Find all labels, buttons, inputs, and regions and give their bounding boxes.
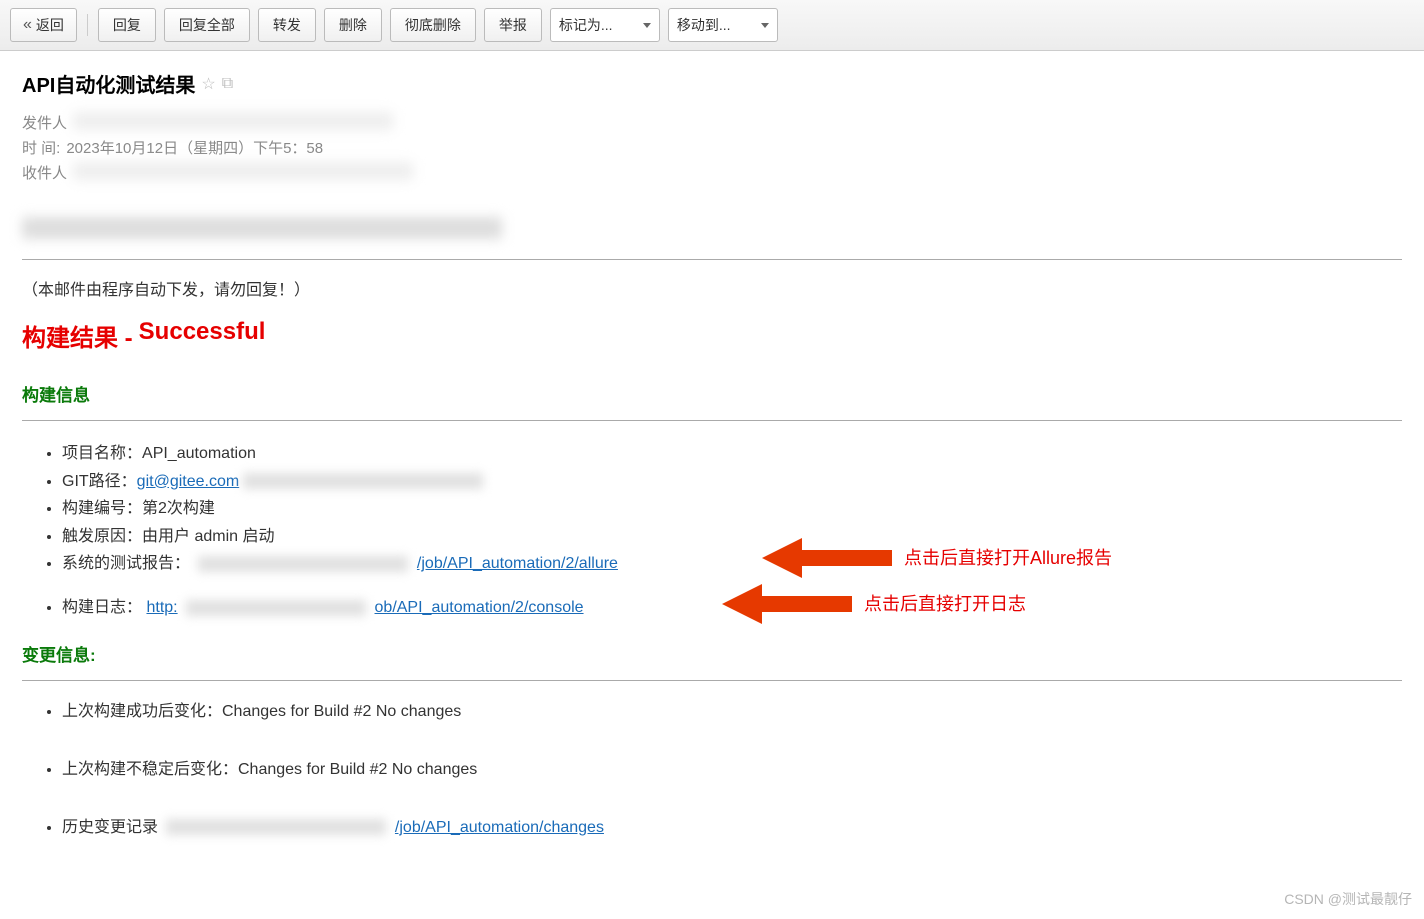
- changes-heading: 变更信息:: [22, 641, 1402, 666]
- time-label: 时 间:: [22, 137, 60, 158]
- email-body: （本邮件由程序自动下发，请勿回复！） 构建结果 - Successful 构建信…: [22, 217, 1402, 837]
- redacted: [198, 556, 408, 572]
- mark-as-dropdown[interactable]: 标记为...: [550, 8, 660, 42]
- list-item-build-log: 构建日志： http: ob/API_automation/2/console …: [62, 595, 1402, 621]
- annotation-allure: 点击后直接打开Allure报告: [762, 533, 1112, 583]
- report-spam-button[interactable]: 举报: [484, 8, 542, 42]
- reply-button[interactable]: 回复: [98, 8, 156, 42]
- move-to-dropdown[interactable]: 移动到...: [668, 8, 778, 42]
- mark-as-label: 标记为...: [559, 15, 613, 35]
- redacted: [243, 473, 483, 489]
- watermark: CSDN @测试最靓仔: [1284, 889, 1412, 909]
- annotation-text: 点击后直接打开Allure报告: [904, 544, 1112, 573]
- redacted: [166, 819, 386, 835]
- horizontal-rule: [22, 680, 1402, 681]
- reply-all-button[interactable]: 回复全部: [164, 8, 250, 42]
- list-item-last-success: 上次构建成功后变化：Changes for Build #2 No change…: [62, 697, 1402, 721]
- log-link-prefix[interactable]: http:: [146, 599, 177, 616]
- list-item-git: GIT路径：git@gitee.com: [62, 469, 1402, 495]
- list-item-trigger: 触发原因：由用户 admin 启动: [62, 524, 1402, 550]
- email-toolbar: 返回 回复 回复全部 转发 删除 彻底删除 举报 标记为... 移动到...: [0, 0, 1424, 51]
- to-label: 收件人: [22, 162, 67, 183]
- star-icon[interactable]: ☆: [201, 74, 215, 94]
- move-to-label: 移动到...: [677, 15, 731, 35]
- subject-row: API自动化测试结果 ☆ ⧉: [22, 69, 1402, 98]
- redacted-line: [22, 217, 502, 239]
- email-subject: API自动化测试结果: [22, 69, 195, 98]
- changes-history-link[interactable]: /job/API_automation/changes: [395, 819, 604, 836]
- time-value: 2023年10月12日（星期四）下午5：58: [66, 137, 323, 158]
- to-value-redacted: [73, 162, 413, 180]
- build-info-list: 项目名称：API_automation GIT路径：git@gitee.com …: [22, 441, 1402, 621]
- horizontal-rule: [22, 420, 1402, 421]
- horizontal-rule: [22, 259, 1402, 260]
- list-item-history: 历史变更记录 /job/API_automation/changes: [62, 813, 1402, 837]
- divider: [87, 14, 88, 36]
- forward-button[interactable]: 转发: [258, 8, 316, 42]
- list-item-project: 项目名称：API_automation: [62, 441, 1402, 467]
- from-row: 发件人: [22, 112, 1402, 133]
- from-value-redacted: [73, 112, 393, 130]
- changes-list: 上次构建成功后变化：Changes for Build #2 No change…: [22, 697, 1402, 837]
- chevron-down-icon: [761, 23, 769, 28]
- build-result-heading: 构建结果 - Successful: [22, 318, 1402, 353]
- auto-send-notice: （本邮件由程序自动下发，请勿回复！）: [22, 276, 1402, 300]
- popout-icon[interactable]: ⧉: [222, 75, 233, 93]
- git-link[interactable]: git@gitee.com: [137, 473, 240, 490]
- from-label: 发件人: [22, 112, 67, 133]
- redacted: [186, 600, 366, 616]
- back-button[interactable]: 返回: [10, 8, 77, 42]
- time-row: 时 间: 2023年10月12日（星期四）下午5：58: [22, 137, 1402, 158]
- delete-button[interactable]: 删除: [324, 8, 382, 42]
- arrow-icon: [722, 579, 852, 629]
- to-row: 收件人: [22, 162, 1402, 183]
- allure-report-link[interactable]: /job/API_automation/2/allure: [417, 555, 618, 572]
- annotation-log: 点击后直接打开日志: [722, 579, 1026, 629]
- build-info-heading: 构建信息: [22, 381, 1402, 406]
- chevron-down-icon: [643, 23, 651, 28]
- delete-permanent-button[interactable]: 彻底删除: [390, 8, 476, 42]
- arrow-icon: [762, 533, 892, 583]
- list-item-build-number: 构建编号：第2次构建: [62, 496, 1402, 522]
- list-item-allure-report: 系统的测试报告： /job/API_automation/2/allure 点击…: [62, 551, 1402, 577]
- list-item-last-unstable: 上次构建不稳定后变化：Changes for Build #2 No chang…: [62, 755, 1402, 779]
- annotation-text: 点击后直接打开日志: [864, 590, 1026, 619]
- console-log-link[interactable]: ob/API_automation/2/console: [375, 599, 584, 616]
